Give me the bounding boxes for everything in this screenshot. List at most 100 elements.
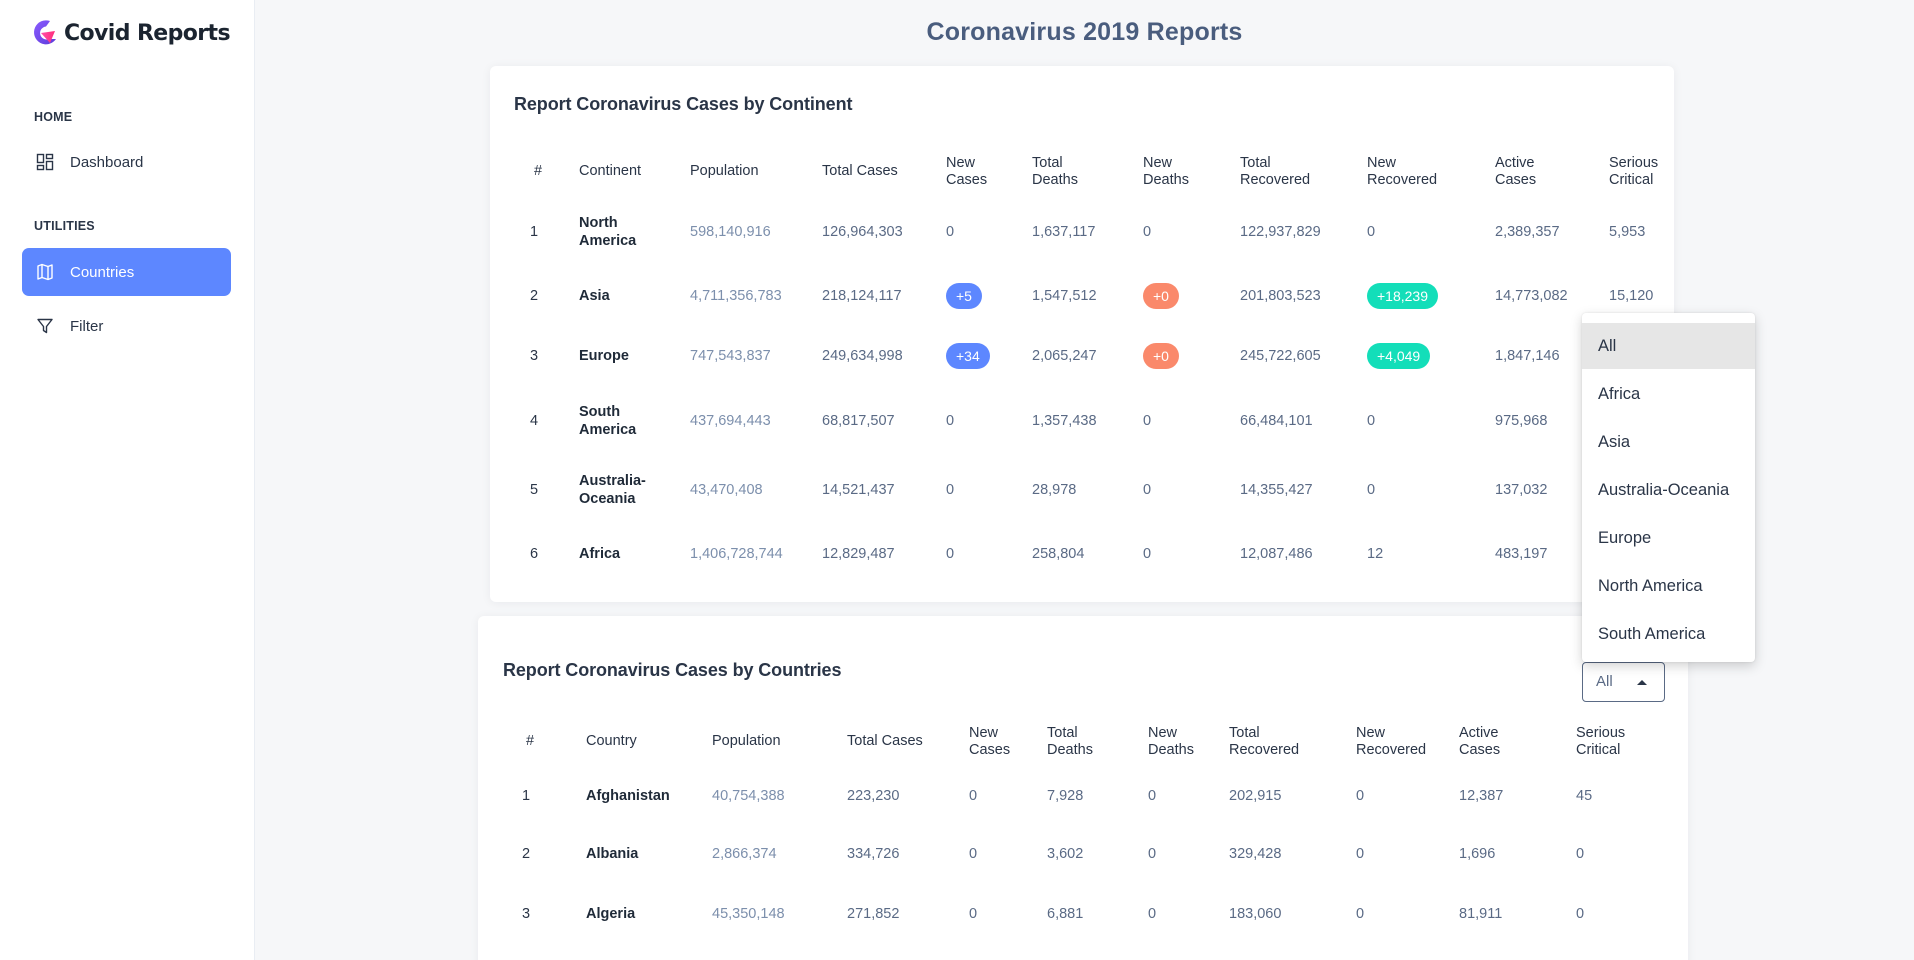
header-text: Critical bbox=[1576, 742, 1621, 758]
column-header-serious-critical[interactable]: Serious Critical bbox=[1609, 155, 1658, 189]
sidebar-item-filter[interactable]: Filter bbox=[22, 302, 231, 350]
cell-new-recovered: 0 bbox=[1367, 224, 1376, 240]
column-header-total-cases[interactable]: Total Cases bbox=[847, 733, 923, 750]
cell-population: 2,866,374 bbox=[712, 846, 777, 862]
app-name: Covid Reports bbox=[64, 20, 231, 46]
column-header-rank[interactable]: # bbox=[526, 733, 534, 750]
cell-name: Africa bbox=[579, 545, 620, 563]
column-header-population[interactable]: Population bbox=[712, 733, 781, 750]
column-header-rank[interactable]: # bbox=[534, 163, 542, 180]
cell-name: Europe bbox=[579, 347, 629, 365]
nav-section-utilities: UTILITIES bbox=[34, 219, 95, 233]
column-header-total-recovered[interactable]: Total Recovered bbox=[1229, 725, 1299, 759]
cell-total-recovered: 201,803,523 bbox=[1240, 288, 1321, 304]
column-header-new-recovered[interactable]: New Recovered bbox=[1356, 725, 1426, 759]
column-header-total-deaths[interactable]: Total Deaths bbox=[1032, 155, 1078, 189]
column-header-new-deaths[interactable]: New Deaths bbox=[1148, 725, 1194, 759]
filter-option-africa[interactable]: Africa bbox=[1582, 371, 1755, 417]
sidebar-item-dashboard[interactable]: Dashboard bbox=[22, 138, 231, 186]
cell-population: 1,406,728,744 bbox=[690, 546, 783, 562]
cell-total-deaths: 6,881 bbox=[1047, 906, 1084, 922]
cell-active-cases: 975,968 bbox=[1495, 413, 1548, 429]
sidebar-item-label: Filter bbox=[70, 317, 104, 335]
column-header-serious-critical[interactable]: Serious Critical bbox=[1576, 725, 1625, 759]
cell-new-recovered: 0 bbox=[1367, 482, 1376, 498]
cell-rank: 4 bbox=[530, 413, 539, 429]
column-header-total-recovered[interactable]: Total Recovered bbox=[1240, 155, 1310, 189]
cell-rank: 5 bbox=[530, 482, 539, 498]
header-text: Active bbox=[1459, 725, 1499, 741]
filter-option-south-america[interactable]: South America bbox=[1582, 611, 1755, 657]
cell-text: Oceania bbox=[579, 491, 636, 507]
column-header-active-cases[interactable]: Active Cases bbox=[1459, 725, 1500, 759]
cell-name: Albania bbox=[586, 845, 638, 863]
column-header-new-deaths[interactable]: New Deaths bbox=[1143, 155, 1189, 189]
cell-text: North bbox=[579, 215, 618, 231]
filter-option-all[interactable]: All bbox=[1582, 323, 1755, 369]
cell-text: America bbox=[579, 233, 637, 249]
cell-population: 4,711,356,783 bbox=[690, 288, 782, 304]
cell-new-cases-badge: +5 bbox=[946, 283, 982, 309]
cell-total-cases: 334,726 bbox=[847, 846, 900, 862]
header-text: Total Cases bbox=[822, 163, 898, 179]
cell-total-deaths: 28,978 bbox=[1032, 482, 1077, 498]
column-header-total-deaths[interactable]: Total Deaths bbox=[1047, 725, 1093, 759]
cell-rank: 3 bbox=[530, 348, 539, 364]
cell-new-recovered: 0 bbox=[1356, 846, 1365, 862]
column-header-new-recovered[interactable]: New Recovered bbox=[1367, 155, 1437, 189]
country-report-card: Report Coronavirus Cases by Countries # C… bbox=[478, 616, 1688, 960]
header-text: Recovered bbox=[1229, 742, 1300, 758]
cell-serious-critical: 0 bbox=[1576, 906, 1585, 922]
column-header-name[interactable]: Country bbox=[586, 733, 637, 750]
cell-active-cases: 1,847,146 bbox=[1495, 348, 1560, 364]
cell-new-recovered-badge: +18,239 bbox=[1367, 283, 1438, 309]
cell-total-cases: 12,829,487 bbox=[822, 546, 895, 562]
header-text: Continent bbox=[579, 163, 642, 179]
filter-option-australia-oceania[interactable]: Australia-Oceania bbox=[1582, 467, 1755, 513]
header-text: Cases bbox=[1495, 172, 1537, 188]
column-header-population[interactable]: Population bbox=[690, 163, 759, 180]
column-header-new-cases[interactable]: New Cases bbox=[946, 155, 987, 189]
sidebar-item-countries[interactable]: Countries bbox=[22, 248, 231, 296]
column-header-new-cases[interactable]: New Cases bbox=[969, 725, 1010, 759]
continent-filter-select[interactable]: All bbox=[1582, 662, 1665, 702]
header-text: Serious bbox=[1576, 725, 1626, 741]
filter-option-europe[interactable]: Europe bbox=[1582, 515, 1755, 561]
filter-option-north-america[interactable]: North America bbox=[1582, 563, 1755, 609]
column-header-active-cases[interactable]: Active Cases bbox=[1495, 155, 1536, 189]
column-header-name[interactable]: Continent bbox=[579, 163, 641, 180]
header-text: Recovered bbox=[1367, 172, 1438, 188]
cell-new-cases: 0 bbox=[946, 546, 955, 562]
logo-icon bbox=[34, 20, 56, 45]
sidebar: Covid Reports HOME Dashboard UTILITIES C… bbox=[0, 0, 255, 960]
continent-card-title: Report Coronavirus Cases by Continent bbox=[514, 94, 853, 114]
app-logo[interactable]: Covid Reports bbox=[28, 17, 231, 49]
cell-total-recovered: 122,937,829 bbox=[1240, 224, 1321, 240]
cell-total-deaths: 258,804 bbox=[1032, 546, 1085, 562]
cell-total-cases: 126,964,303 bbox=[822, 224, 903, 240]
cell-total-recovered: 202,915 bbox=[1229, 788, 1282, 804]
cell-serious-critical: 0 bbox=[1576, 846, 1585, 862]
cell-new-recovered: 12 bbox=[1367, 546, 1384, 562]
dashboard-icon bbox=[36, 153, 54, 171]
header-text: Total bbox=[1032, 155, 1063, 171]
header-text: Active bbox=[1495, 155, 1535, 171]
map-icon bbox=[37, 263, 53, 281]
header-text: Deaths bbox=[1143, 172, 1189, 188]
column-header-total-cases[interactable]: Total Cases bbox=[822, 163, 898, 180]
cell-name: North America bbox=[579, 214, 636, 250]
filter-option-asia[interactable]: Asia bbox=[1582, 419, 1755, 465]
header-text: Deaths bbox=[1148, 742, 1194, 758]
header-text: Deaths bbox=[1032, 172, 1078, 188]
header-text: Cases bbox=[969, 742, 1011, 758]
cell-total-deaths: 1,357,438 bbox=[1032, 413, 1097, 429]
cell-new-cases: 0 bbox=[946, 413, 955, 429]
cell-population: 45,350,148 bbox=[712, 906, 785, 922]
cell-new-deaths: 0 bbox=[1143, 546, 1152, 562]
header-text: New bbox=[1148, 725, 1178, 741]
cell-active-cases: 137,032 bbox=[1495, 482, 1548, 498]
cell-total-deaths: 3,602 bbox=[1047, 846, 1084, 862]
cell-active-cases: 1,696 bbox=[1459, 846, 1496, 862]
cell-active-cases: 14,773,082 bbox=[1495, 288, 1568, 304]
filter-icon bbox=[37, 318, 53, 334]
